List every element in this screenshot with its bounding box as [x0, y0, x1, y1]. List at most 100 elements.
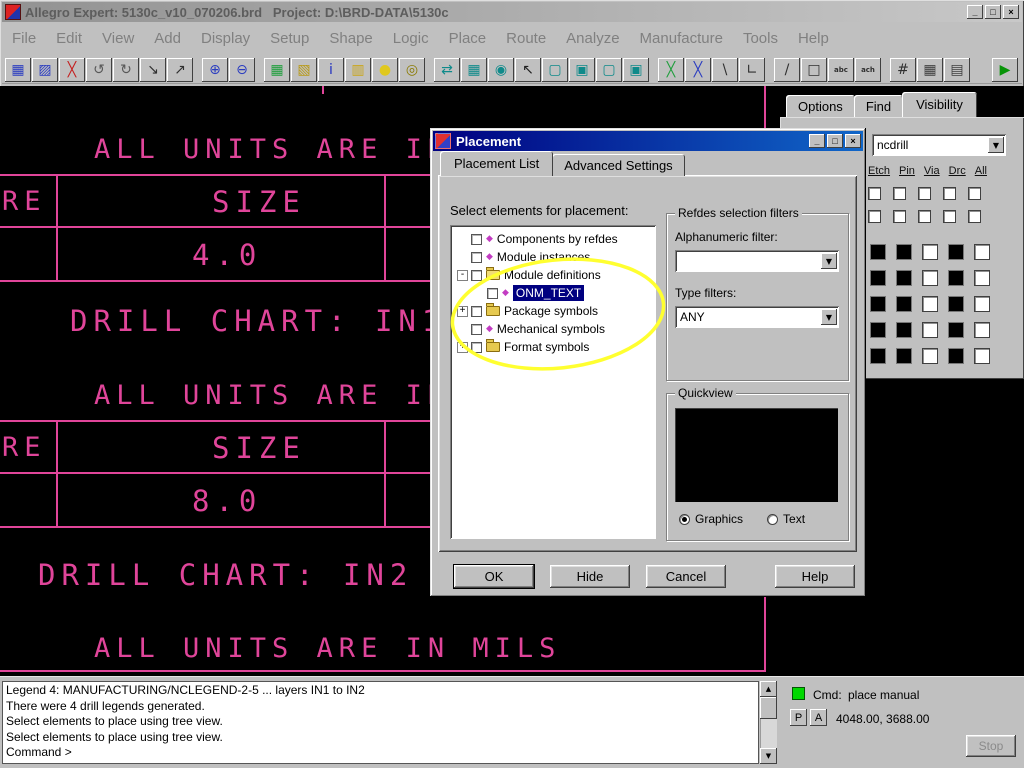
layer-checkbox[interactable] — [968, 210, 981, 223]
add-line-icon[interactable]: / — [774, 58, 800, 82]
chevron-down-icon[interactable]: ▼ — [988, 137, 1004, 153]
tree-checkbox[interactable] — [487, 288, 498, 299]
tree-checkbox[interactable] — [471, 270, 482, 281]
layer-swatch[interactable] — [870, 348, 886, 364]
tree-item[interactable]: ◆Module instances — [450, 248, 656, 266]
layer-swatch[interactable] — [896, 296, 912, 312]
grid-toggle-icon[interactable]: ▦ — [264, 58, 290, 82]
zoom-in-icon[interactable]: ⊕ — [202, 58, 228, 82]
menu-shape[interactable]: Shape — [319, 30, 382, 47]
tree-item[interactable]: ◆ONM_TEXT — [450, 284, 656, 302]
window-4-icon[interactable]: ▣ — [623, 58, 649, 82]
window-1-icon[interactable]: ▢ — [542, 58, 568, 82]
layer-checkbox[interactable] — [974, 270, 990, 286]
matrix-icon[interactable]: ▦ — [461, 58, 487, 82]
command-console[interactable]: Legend 4: MANUFACTURING/NCLEGEND-2-5 ...… — [2, 681, 759, 764]
redo-icon[interactable]: ↻ — [113, 58, 139, 82]
help-button[interactable]: Help — [775, 565, 855, 588]
tree-checkbox[interactable] — [471, 342, 482, 353]
hide-button[interactable]: Hide — [550, 565, 630, 588]
via-icon[interactable]: ◉ — [488, 58, 514, 82]
edit-text-icon[interactable]: ach — [855, 58, 881, 82]
column-header-etch[interactable]: Etch — [868, 165, 890, 177]
tree-item[interactable]: ◆Components by refdes — [450, 230, 656, 248]
window-titlebar[interactable]: Allegro Expert: 5130c_v10_070206.brd Pro… — [2, 2, 1022, 22]
run-icon[interactable]: ▶ — [992, 58, 1018, 82]
window-3-icon[interactable]: ▢ — [596, 58, 622, 82]
chevron-down-icon[interactable]: ▼ — [821, 253, 837, 269]
cross-probe-icon[interactable]: ╳ — [685, 58, 711, 82]
dialog-tab-advanced-settings[interactable]: Advanced Settings — [552, 154, 684, 176]
layer-swatch[interactable] — [948, 270, 964, 286]
copy-icon[interactable]: ↗ — [167, 58, 193, 82]
menu-tools[interactable]: Tools — [733, 30, 788, 47]
menu-edit[interactable]: Edit — [46, 30, 92, 47]
placement-tree[interactable]: ◆Components by refdes◆Module instances-M… — [450, 225, 656, 539]
dialog-maximize-button[interactable]: □ — [827, 134, 843, 148]
grid-fill-icon[interactable]: ▦ — [917, 58, 943, 82]
expand-icon[interactable]: + — [457, 342, 468, 353]
angle-button[interactable]: A — [810, 709, 827, 726]
layer-checkbox[interactable] — [974, 296, 990, 312]
expand-icon[interactable]: + — [457, 306, 468, 317]
scroll-up-icon[interactable]: ▲ — [760, 681, 777, 697]
layer-checkbox[interactable] — [943, 187, 956, 200]
scrollbar-thumb[interactable] — [760, 697, 777, 719]
layer-checkbox[interactable] — [922, 322, 938, 338]
type-filters-select[interactable]: ANY ▼ — [675, 306, 839, 328]
chevron-down-icon[interactable]: ▼ — [821, 309, 837, 325]
move-icon[interactable]: ↘ — [140, 58, 166, 82]
open-board-icon[interactable]: ▦ — [5, 58, 31, 82]
graphics-radio[interactable] — [679, 514, 690, 525]
tree-item[interactable]: +Package symbols — [450, 302, 656, 320]
collapse-icon[interactable]: - — [457, 270, 468, 281]
swap-icon[interactable]: ⇄ — [434, 58, 460, 82]
visibility-film-select[interactable]: ncdrill ▼ — [872, 134, 1006, 156]
layer-checkbox[interactable] — [943, 210, 956, 223]
layer-swatch[interactable] — [870, 322, 886, 338]
alphanumeric-filter-input[interactable]: ▼ — [675, 250, 839, 272]
save-board-icon[interactable]: ▨ — [32, 58, 58, 82]
tree-checkbox[interactable] — [471, 306, 482, 317]
layer-checkbox[interactable] — [893, 210, 906, 223]
add-rect-icon[interactable]: □ — [801, 58, 827, 82]
add-text-icon[interactable]: abc — [828, 58, 854, 82]
menu-add[interactable]: Add — [144, 30, 191, 47]
layer-checkbox[interactable] — [974, 322, 990, 338]
tab-options[interactable]: Options — [786, 95, 855, 117]
column-header-pin[interactable]: Pin — [899, 165, 915, 177]
console-scrollbar[interactable]: ▲ ▼ — [760, 681, 777, 764]
menu-display[interactable]: Display — [191, 30, 260, 47]
menu-view[interactable]: View — [92, 30, 144, 47]
element-info-icon[interactable]: i — [318, 58, 344, 82]
window-maximize-button[interactable]: □ — [985, 5, 1001, 19]
grid-hash-icon[interactable]: # — [890, 58, 916, 82]
cancel-button[interactable]: Cancel — [646, 565, 726, 588]
tree-item[interactable]: ◆Mechanical symbols — [450, 320, 656, 338]
scroll-down-icon[interactable]: ▼ — [760, 748, 777, 764]
layer-checkbox[interactable] — [918, 187, 931, 200]
tab-visibility[interactable]: Visibility — [902, 92, 977, 117]
ok-button[interactable]: OK — [454, 565, 534, 588]
menu-setup[interactable]: Setup — [260, 30, 319, 47]
dialog-tab-placement-list[interactable]: Placement List — [440, 151, 553, 176]
layer-checkbox[interactable] — [893, 187, 906, 200]
layer-swatch[interactable] — [896, 322, 912, 338]
menu-logic[interactable]: Logic — [383, 30, 439, 47]
window-close-button[interactable]: × — [1003, 5, 1019, 19]
layer-checkbox[interactable] — [974, 244, 990, 260]
slide-icon[interactable]: ∟ — [739, 58, 765, 82]
layer-checkbox[interactable] — [918, 210, 931, 223]
column-header-drc[interactable]: Drc — [949, 165, 966, 177]
menu-place[interactable]: Place — [439, 30, 497, 47]
pointer-icon[interactable]: ↖ — [515, 58, 541, 82]
layer-swatch[interactable] — [870, 270, 886, 286]
tree-checkbox[interactable] — [471, 324, 482, 335]
tree-item[interactable]: -Module definitions — [450, 266, 656, 284]
layer-swatch[interactable] — [948, 296, 964, 312]
delete-icon[interactable]: ╳ — [59, 58, 85, 82]
tab-find[interactable]: Find — [854, 95, 903, 117]
layer-checkbox[interactable] — [922, 270, 938, 286]
tree-checkbox[interactable] — [471, 252, 482, 263]
gloss-icon[interactable]: ╳ — [658, 58, 684, 82]
